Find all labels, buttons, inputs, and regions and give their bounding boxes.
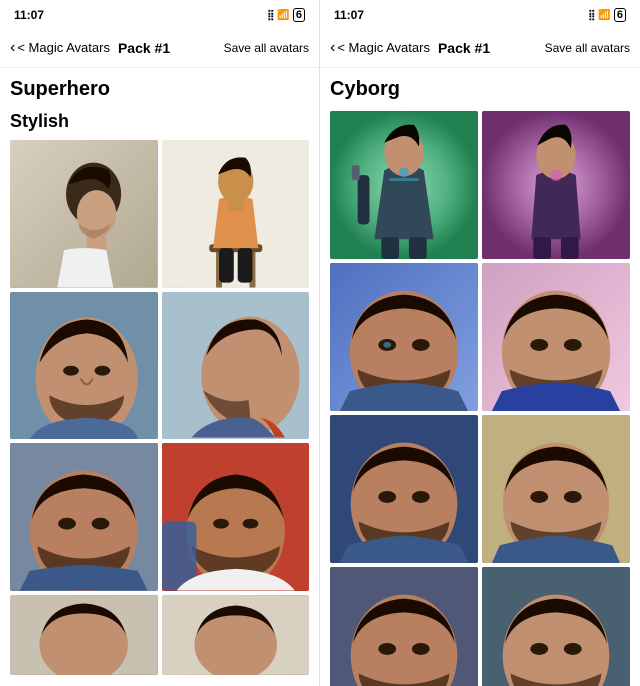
left-back-button[interactable]: ‹ < Magic Avatars xyxy=(10,39,110,57)
right-status-time: 11:07 xyxy=(334,8,364,22)
left-save-all-button[interactable]: Save all avatars xyxy=(224,41,309,55)
left-image-1[interactable] xyxy=(10,140,158,288)
right-image-3[interactable] xyxy=(330,263,478,411)
right-image-grid-row2 xyxy=(330,263,630,411)
right-pack-label: Pack #1 xyxy=(438,40,490,56)
right-section-title: Cyborg xyxy=(330,78,630,101)
left-phone-panel: 11:07 ⣿ 📶 6 ‹ < Magic Avatars Pack #1 Sa… xyxy=(0,0,320,686)
left-image-2[interactable] xyxy=(162,140,310,288)
right-image-2[interactable] xyxy=(482,111,630,259)
left-image-grid-row4 xyxy=(10,595,309,675)
left-image-3[interactable] xyxy=(10,292,158,440)
right-back-arrow-icon: ‹ xyxy=(330,39,335,57)
right-status-bar: 11:07 ⣿ 📶 6 xyxy=(320,0,640,28)
right-image-8[interactable] xyxy=(482,567,630,686)
right-image-7[interactable] xyxy=(330,567,478,686)
left-image-grid-row2 xyxy=(10,292,309,440)
left-nav-bar: ‹ < Magic Avatars Pack #1 Save all avata… xyxy=(0,28,319,68)
left-status-time: 11:07 xyxy=(14,8,44,22)
right-image-grid-row3 xyxy=(330,415,630,563)
right-phone-panel: 11:07 ⣿ 📶 6 ‹ < Magic Avatars Pack #1 Sa… xyxy=(320,0,640,686)
right-image-grid-row1 xyxy=(330,111,630,259)
right-nav-bar: ‹ < Magic Avatars Pack #1 Save all avata… xyxy=(320,28,640,68)
right-image-grid-row4 xyxy=(330,567,630,686)
left-pack-label: Pack #1 xyxy=(118,40,170,56)
left-image-grid-row3 xyxy=(10,443,309,591)
left-section-title: Superhero xyxy=(10,78,309,101)
left-image-8[interactable] xyxy=(162,595,310,675)
left-status-bar: 11:07 ⣿ 📶 6 xyxy=(0,0,319,28)
right-image-4[interactable] xyxy=(482,263,630,411)
left-content: Superhero Stylish xyxy=(0,68,319,686)
right-back-button[interactable]: ‹ < Magic Avatars xyxy=(330,39,430,57)
left-image-6[interactable] xyxy=(162,443,310,591)
right-content: Cyborg xyxy=(320,68,640,686)
right-image-5[interactable] xyxy=(330,415,478,563)
left-back-label: < Magic Avatars xyxy=(17,40,110,55)
left-status-icons: ⣿ 📶 6 xyxy=(267,8,305,22)
right-status-icons: ⣿ 📶 6 xyxy=(588,8,626,22)
right-image-6[interactable] xyxy=(482,415,630,563)
left-back-arrow-icon: ‹ xyxy=(10,39,15,57)
left-image-grid-row1 xyxy=(10,140,309,288)
right-save-all-button[interactable]: Save all avatars xyxy=(545,41,630,55)
left-image-5[interactable] xyxy=(10,443,158,591)
left-sub-title: Stylish xyxy=(10,111,309,132)
right-back-label: < Magic Avatars xyxy=(337,40,430,55)
left-image-7[interactable] xyxy=(10,595,158,675)
left-image-4[interactable] xyxy=(162,292,310,440)
right-image-1[interactable] xyxy=(330,111,478,259)
